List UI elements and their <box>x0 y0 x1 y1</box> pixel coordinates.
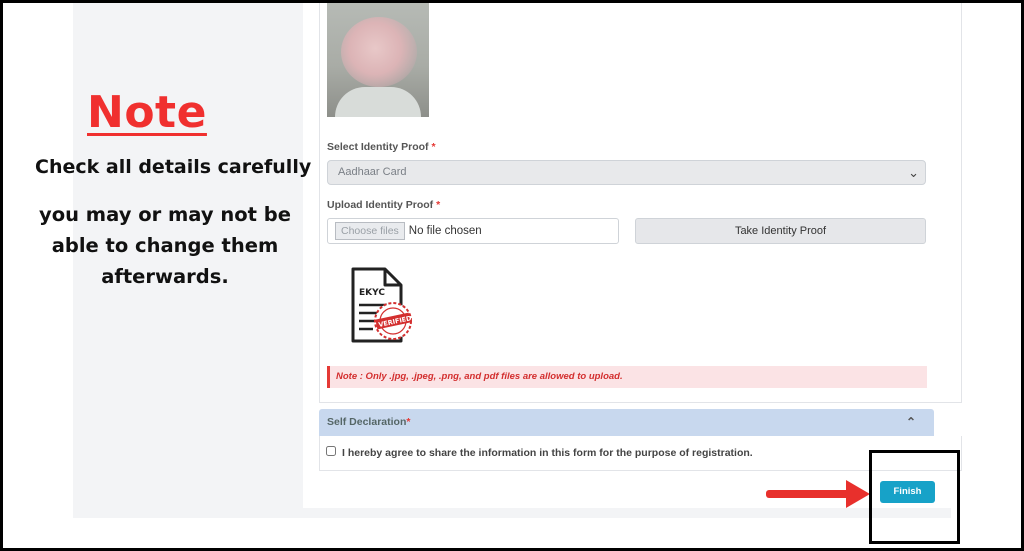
choose-files-button[interactable]: Choose files <box>335 222 405 240</box>
file-upload-input[interactable]: Choose files No file chosen <box>327 218 619 244</box>
red-arrow-head <box>846 480 870 508</box>
screenshot-frame: Note Check all details carefully you may… <box>0 0 1024 551</box>
note-line-1: Check all details carefully <box>35 156 312 178</box>
take-identity-proof-button[interactable]: Take Identity Proof <box>635 218 926 244</box>
identity-proof-label: Select Identity Proof * <box>327 141 436 153</box>
agree-checkbox-label: I hereby agree to share the information … <box>342 447 753 459</box>
applicant-photo <box>327 3 429 117</box>
upload-file-note: Note : Only .jpg, .jpeg, .png, and pdf f… <box>327 366 927 388</box>
note-line-2: you may or may not be able to change the… <box>39 203 291 288</box>
self-declaration-body: I hereby agree to share the information … <box>319 436 962 471</box>
ekyc-verified-icon: EKYC VERIFIED <box>351 267 413 343</box>
identity-proof-select[interactable]: Aadhaar Card ⌄ <box>327 160 926 185</box>
finish-button[interactable]: Finish <box>880 481 935 503</box>
red-arrow-icon <box>766 490 850 498</box>
self-declaration-header[interactable]: Self Declaration* ⌃ <box>319 409 934 436</box>
agree-checkbox[interactable] <box>326 446 336 456</box>
ekyc-text: EKYC <box>359 288 385 298</box>
chevron-up-icon[interactable]: ⌃ <box>906 409 916 436</box>
chevron-down-icon: ⌄ <box>908 165 919 180</box>
note-title: Note <box>87 87 207 138</box>
upload-proof-label: Upload Identity Proof * <box>327 199 441 211</box>
file-status: No file chosen <box>408 225 482 237</box>
